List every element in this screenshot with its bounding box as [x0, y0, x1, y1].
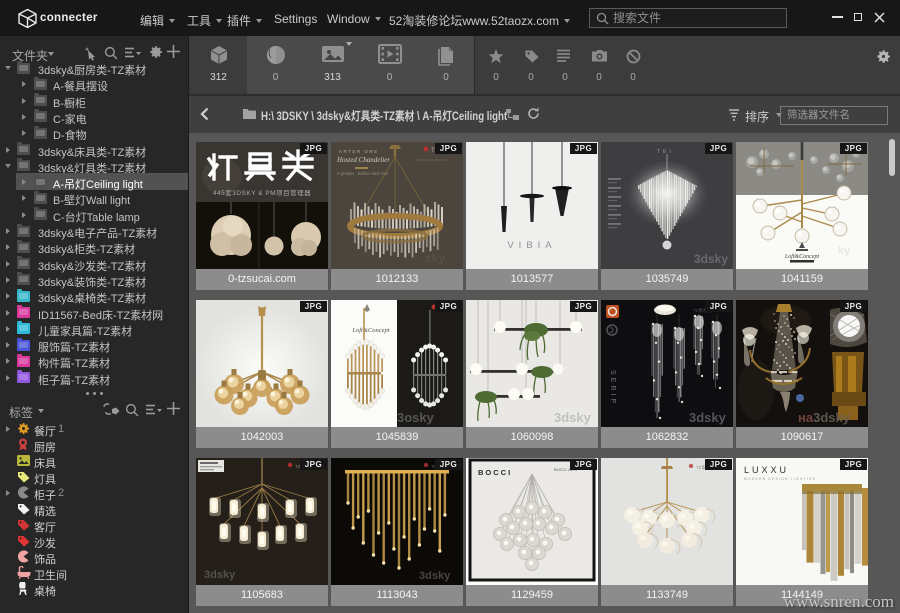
svg-text:MODERN DESIGN LIGHTING: MODERN DESIGN LIGHTING	[744, 477, 816, 481]
svg-text:www.tz-sucai.com: www.tz-sucai.com	[415, 157, 448, 162]
svg-text:3dsky: 3dsky	[554, 410, 592, 425]
svg-text:LUXXU: LUXXU	[744, 465, 789, 475]
svg-text:sky: sky	[425, 251, 445, 265]
svg-text:3dsky: 3dsky	[204, 569, 236, 581]
svg-text:Loft&Concept: Loft&Concept	[351, 327, 389, 334]
svg-text:ky: ky	[838, 245, 851, 257]
svg-text:3dsky: 3dsky	[689, 410, 727, 425]
svg-text:на3dsky: на3dsky	[798, 410, 851, 425]
svg-text:VIBIA: VIBIA	[507, 240, 556, 251]
svg-text:3osky: 3osky	[397, 410, 435, 425]
svg-text:TEI: TEI	[657, 149, 674, 155]
svg-text:ARTER ORE: ARTER ORE	[339, 149, 379, 154]
svg-text:A greater · Edition dark Sun: A greater · Edition dark Sun	[337, 171, 389, 176]
svg-text:445套3DSKY & PM项目管理器: 445套3DSKY & PM项目管理器	[213, 188, 311, 197]
svg-text:3dsky: 3dsky	[694, 252, 728, 266]
svg-text:SERIP: SERIP	[609, 370, 616, 406]
svg-text:Loft&Concept: Loft&Concept	[784, 253, 820, 260]
svg-text:BOCCI: BOCCI	[478, 468, 512, 477]
svg-text:Hosted Chandelier: Hosted Chandelier	[336, 156, 390, 164]
svg-text:3dsky: 3dsky	[419, 570, 451, 582]
